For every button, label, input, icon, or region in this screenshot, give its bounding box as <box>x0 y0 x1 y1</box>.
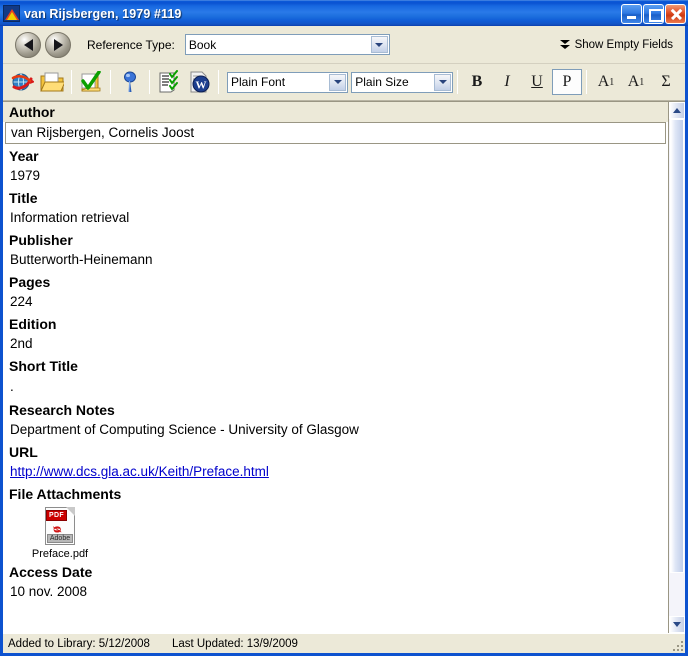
scrollbar-thumb[interactable] <box>670 119 684 573</box>
subscript-a: A <box>627 73 640 90</box>
scroll-up-button[interactable] <box>669 102 685 119</box>
field-value-pages[interactable]: 224 <box>3 292 668 314</box>
subscript-button[interactable]: A1 <box>621 69 651 95</box>
field-label-pages: Pages <box>9 274 51 290</box>
window-titlebar: van Rijsbergen, 1979 #119 <box>0 0 688 26</box>
field-label-edition: Edition <box>9 316 57 332</box>
endnote-reference-window: van Rijsbergen, 1979 #119 Reference Type… <box>0 0 688 656</box>
toolbar-separator-6 <box>586 70 587 94</box>
scrollbar-track[interactable] <box>669 119 685 616</box>
minimize-button[interactable] <box>621 3 642 24</box>
field-value-year[interactable]: 1979 <box>3 166 668 188</box>
vertical-scrollbar[interactable] <box>668 102 685 633</box>
field-value-research-notes[interactable]: Department of Computing Science - Univer… <box>3 420 668 442</box>
field-value-author[interactable]: van Rijsbergen, Cornelis Joost <box>5 122 666 144</box>
insert-pin-icon[interactable] <box>115 67 145 97</box>
reference-type-value: Book <box>188 37 217 52</box>
superscript-a: A <box>597 73 610 90</box>
chevron-down-icon <box>329 73 347 91</box>
subscript-digit: 1 <box>639 76 645 88</box>
attachment-item[interactable]: PDF ᴓ Adobe Preface.pdf <box>25 507 95 560</box>
italic-button[interactable]: I <box>492 69 522 95</box>
field-label-url: URL <box>9 444 38 460</box>
field-value-edition[interactable]: 2nd <box>3 334 668 356</box>
attachment-filename: Preface.pdf <box>31 548 89 560</box>
font-select[interactable]: Plain Font <box>227 71 349 93</box>
size-select-value: Plain Size <box>355 75 409 89</box>
superscript-button[interactable]: A1 <box>591 69 621 95</box>
double-chevron-down-icon <box>559 39 571 51</box>
bold-button[interactable]: B <box>462 69 492 95</box>
toolbar-separator-2 <box>110 70 111 94</box>
toolbar-separator-5 <box>457 70 458 94</box>
chevron-up-icon <box>673 108 681 113</box>
field-value-url[interactable]: http://www.dcs.gla.ac.uk/Keith/Preface.h… <box>3 462 668 484</box>
window-title: van Rijsbergen, 1979 #119 <box>24 6 182 21</box>
field-label-file-attachments: File Attachments <box>9 486 122 502</box>
field-label-publisher: Publisher <box>9 232 73 248</box>
resize-grip[interactable] <box>671 639 683 651</box>
window-body: Reference Type: Book Show Empty Fields W… <box>0 26 688 656</box>
maximize-button[interactable] <box>643 3 664 24</box>
endnote-app-icon <box>3 5 20 22</box>
chevron-down-icon <box>370 36 388 53</box>
chevron-down-icon <box>434 73 451 91</box>
spell-check-icon[interactable] <box>76 67 106 97</box>
close-button[interactable] <box>665 3 686 24</box>
reference-fields-pane: Author van Rijsbergen, Cornelis Joost Ye… <box>3 101 685 633</box>
field-label-short-title: Short Title <box>9 358 78 374</box>
show-empty-fields-label: Show Empty Fields <box>574 38 673 51</box>
field-value-publisher[interactable]: Butterworth-Heinemann <box>3 250 668 272</box>
underline-button[interactable]: U <box>522 69 552 95</box>
field-label-year: Year <box>9 148 39 164</box>
svg-text:W: W <box>196 80 207 92</box>
reference-type-select[interactable]: Book <box>184 34 390 55</box>
arrow-right-icon <box>53 38 63 51</box>
field-label-research-notes: Research Notes <box>9 402 115 418</box>
reference-type-bar: Reference Type: Book Show Empty Fields <box>3 26 685 64</box>
field-value-access-date[interactable]: 10 nov. 2008 <box>3 582 668 604</box>
previous-reference-button[interactable] <box>15 31 41 58</box>
status-added-to-library: Added to Library: 5/12/2008 <box>8 637 150 650</box>
open-file-icon[interactable] <box>37 67 67 97</box>
toolbar-separator-3 <box>149 70 150 94</box>
field-label-access-date: Access Date <box>9 564 93 580</box>
status-last-updated: Last Updated: 13/9/2009 <box>171 637 298 650</box>
chevron-down-icon <box>673 622 681 627</box>
scroll-down-button[interactable] <box>669 616 685 633</box>
reference-type-label: Reference Type: <box>87 37 175 52</box>
field-value-short-title[interactable]: . <box>3 376 668 400</box>
field-label-author: Author <box>3 102 668 122</box>
reference-fields-list: Author van Rijsbergen, Cornelis Joost Ye… <box>3 102 668 633</box>
toolbar-separator-1 <box>71 70 72 94</box>
field-label-title: Title <box>9 190 38 206</box>
field-value-file-attachments: PDF ᴓ Adobe Preface.pdf <box>3 504 668 562</box>
size-select[interactable]: Plain Size <box>351 71 453 93</box>
arrow-left-icon <box>23 38 33 51</box>
symbol-button[interactable]: Σ <box>651 69 681 95</box>
superscript-digit: 1 <box>609 76 615 88</box>
insert-citation-icon[interactable] <box>154 67 184 97</box>
word-export-icon[interactable]: W <box>184 67 214 97</box>
plain-button[interactable]: P <box>552 69 582 95</box>
pdf-file-icon: PDF ᴓ Adobe <box>43 507 77 545</box>
next-reference-button[interactable] <box>45 31 71 58</box>
field-value-title[interactable]: Information retrieval <box>3 208 668 230</box>
status-bar: Added to Library: 5/12/2008 Last Updated… <box>3 633 685 653</box>
toolbar-separator-4 <box>218 70 219 94</box>
font-select-value: Plain Font <box>231 75 286 89</box>
show-empty-fields-toggle[interactable]: Show Empty Fields <box>559 38 673 51</box>
open-link-icon[interactable] <box>7 67 37 97</box>
formatting-toolbar: W Plain Font Plain Size B I U P A1 A 1 Σ <box>3 64 685 101</box>
